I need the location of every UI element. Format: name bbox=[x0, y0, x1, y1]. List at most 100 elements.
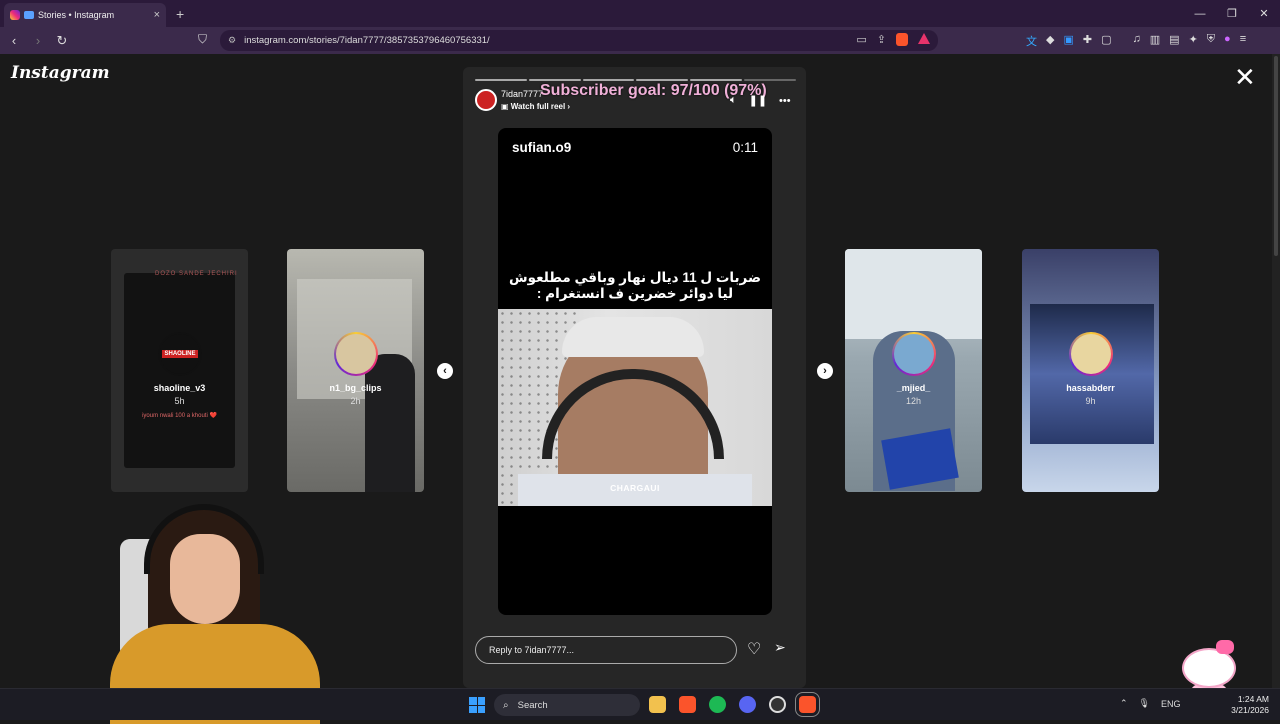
more-options-icon[interactable]: ••• bbox=[779, 95, 791, 107]
tab-close-icon[interactable]: × bbox=[154, 9, 160, 21]
brave-rewards-icon[interactable] bbox=[918, 33, 930, 44]
active-story: 7idan7777 ▣ Watch full reel › Subscriber… bbox=[463, 67, 806, 688]
share-send-icon[interactable]: ➢ bbox=[774, 639, 786, 656]
reply-placeholder: Reply to 7idan7777... bbox=[489, 645, 575, 655]
instagram-favicon-icon bbox=[10, 10, 20, 20]
avatar: SHAOLINE bbox=[160, 334, 200, 374]
preview-person bbox=[365, 354, 415, 492]
system-tray: ⌃ 🎙︎ ENG bbox=[1120, 698, 1181, 709]
like-heart-icon[interactable]: ♡ bbox=[747, 639, 761, 659]
kitty-bow bbox=[1216, 640, 1234, 654]
scrollbar-thumb[interactable] bbox=[1274, 56, 1278, 256]
screenshot-icon[interactable]: ▢ bbox=[1101, 33, 1111, 49]
video-frame: CHARGAUI bbox=[498, 309, 772, 506]
menu-icon[interactable]: ≡ bbox=[1240, 33, 1246, 49]
new-tab-button[interactable]: + bbox=[176, 6, 184, 22]
taskbar-search[interactable]: ⌕ Search bbox=[494, 694, 640, 716]
avatar bbox=[336, 334, 376, 374]
minimize-button[interactable]: — bbox=[1184, 8, 1216, 20]
search-label: Search bbox=[517, 699, 548, 711]
brave-shields-icon[interactable] bbox=[896, 33, 908, 46]
video-timestamp: 0:11 bbox=[732, 140, 758, 155]
tray-overflow-icon[interactable]: ⌃ bbox=[1120, 698, 1128, 709]
story-preview-mjied[interactable]: _mjied_ 12h bbox=[845, 249, 982, 492]
preview-sky bbox=[845, 249, 982, 339]
story-progress-bar bbox=[475, 79, 796, 81]
caption-line: ضربات ل 11 ديال نهار وباقي مطلعوش bbox=[508, 270, 762, 285]
profile-icon[interactable]: ● bbox=[1224, 33, 1231, 49]
video-watermark: CHARGAUI bbox=[610, 483, 660, 493]
start-button-icon[interactable] bbox=[469, 697, 485, 713]
reload-icon[interactable]: ↻ bbox=[52, 33, 72, 49]
brave-active-icon[interactable] bbox=[795, 692, 820, 717]
taskbar: ⌕ Search ⌃ 🎙︎ ENG 1:24 AM 3/21/2026 bbox=[0, 688, 1280, 720]
cast-icon[interactable]: ▭ bbox=[856, 33, 866, 46]
story-preview-n1-bg-clips[interactable]: n1_bg_clips 2h bbox=[287, 249, 424, 492]
vpn-icon[interactable]: ⛨ bbox=[1207, 33, 1215, 49]
forward-icon[interactable]: › bbox=[28, 33, 48, 48]
preview-time: 12h bbox=[905, 396, 922, 406]
site-info-icon[interactable]: ⚙ bbox=[228, 35, 236, 46]
story-video[interactable]: sufian.o9 0:11 ضربات ل 11 ديال نهار وباق… bbox=[498, 128, 772, 615]
story-preview-shaoline[interactable]: DOZO SANDE JECHIRI SHAOLINE shaoline_v3 … bbox=[111, 249, 248, 492]
preview-username: shaoline_v3 bbox=[153, 383, 206, 393]
brave-browser-icon[interactable] bbox=[679, 696, 696, 713]
leo-ai-icon[interactable]: ✦ bbox=[1189, 33, 1198, 49]
progress-segment bbox=[690, 79, 743, 81]
watch-full-reel-label: Watch full reel › bbox=[510, 102, 571, 111]
clock-time: 1:24 AM bbox=[1237, 694, 1269, 704]
story-preview-hassabderr[interactable]: hassabderr 9h bbox=[1022, 249, 1159, 492]
previous-story-arrow-icon[interactable]: ‹ bbox=[437, 363, 453, 379]
browser-tab[interactable]: Stories • Instagram × bbox=[4, 3, 166, 27]
progress-segment bbox=[528, 79, 581, 81]
address-bar[interactable]: ⚙ instagram.com/stories/7idan7777/385735… bbox=[220, 30, 938, 51]
spotify-icon[interactable] bbox=[709, 696, 726, 713]
blue-extension-icon[interactable]: ▣ bbox=[1063, 33, 1073, 49]
reply-input[interactable]: Reply to 7idan7777... bbox=[475, 636, 737, 664]
file-explorer-icon[interactable] bbox=[649, 696, 666, 713]
tab-title: Stories • Instagram bbox=[38, 10, 115, 20]
watch-full-reel-link[interactable]: ▣ Watch full reel › bbox=[501, 102, 570, 111]
preview-time: 5h bbox=[174, 396, 185, 406]
media-indicator-icon bbox=[24, 11, 34, 19]
kitty-head bbox=[1182, 648, 1236, 688]
progress-segment bbox=[582, 79, 635, 81]
close-window-button[interactable]: ✕ bbox=[1248, 7, 1280, 20]
bookmark-icon[interactable]: ⛉ bbox=[198, 32, 207, 47]
obs-icon[interactable] bbox=[769, 696, 786, 713]
pause-icon[interactable]: ❚❚ bbox=[749, 94, 767, 107]
back-icon[interactable]: ‹ bbox=[4, 33, 24, 48]
language-indicator[interactable]: ENG bbox=[1161, 699, 1181, 709]
progress-segment bbox=[636, 79, 689, 81]
next-story-arrow-icon[interactable]: › bbox=[817, 363, 833, 379]
translate-extension-icon[interactable]: 文 bbox=[1026, 33, 1037, 49]
puzzle-extensions-icon[interactable]: ✚ bbox=[1083, 33, 1092, 49]
preview-time: 2h bbox=[350, 396, 361, 406]
maximize-button[interactable]: ❐ bbox=[1216, 7, 1248, 20]
share-icon[interactable]: ⇪ bbox=[877, 33, 886, 46]
wallet-icon[interactable]: ▤ bbox=[1169, 33, 1179, 49]
story-author-username[interactable]: 7idan7777 bbox=[501, 89, 543, 99]
video-username: sufian.o9 bbox=[512, 140, 572, 155]
taskbar-clock[interactable]: 1:24 AM 3/21/2026 bbox=[1225, 694, 1269, 716]
sidebar-icon[interactable]: ▥ bbox=[1150, 33, 1160, 49]
diamond-extension-icon[interactable]: ◆ bbox=[1046, 33, 1054, 49]
preview-caption: iyoum nwali 100 a khouti ❤️ bbox=[142, 413, 217, 419]
preview-tag-text: DOZO SANDE JECHIRI bbox=[155, 271, 238, 277]
instagram-logo[interactable]: Instagram bbox=[11, 63, 110, 83]
progress-segment bbox=[475, 79, 527, 81]
reel-icon: ▣ bbox=[501, 102, 511, 111]
caption-line: ليا دوائر خضرين ف انستغرام : bbox=[536, 286, 734, 301]
avatar bbox=[894, 334, 934, 374]
discord-icon[interactable] bbox=[739, 696, 756, 713]
close-story-icon[interactable]: ✕ bbox=[1234, 64, 1256, 90]
music-icon[interactable]: ♫ bbox=[1133, 33, 1141, 49]
volume-icon[interactable]: 🔈︎ bbox=[730, 94, 737, 107]
progress-segment bbox=[744, 79, 796, 81]
video-caption: ضربات ل 11 ديال نهار وباقي مطلعوش ليا دو… bbox=[498, 270, 772, 302]
microphone-icon[interactable]: 🎙︎ bbox=[1139, 698, 1150, 709]
story-author-avatar[interactable] bbox=[475, 89, 497, 111]
page-scrollbar[interactable] bbox=[1272, 54, 1280, 688]
preview-username: _mjied_ bbox=[896, 383, 931, 393]
person-hair bbox=[562, 317, 704, 357]
